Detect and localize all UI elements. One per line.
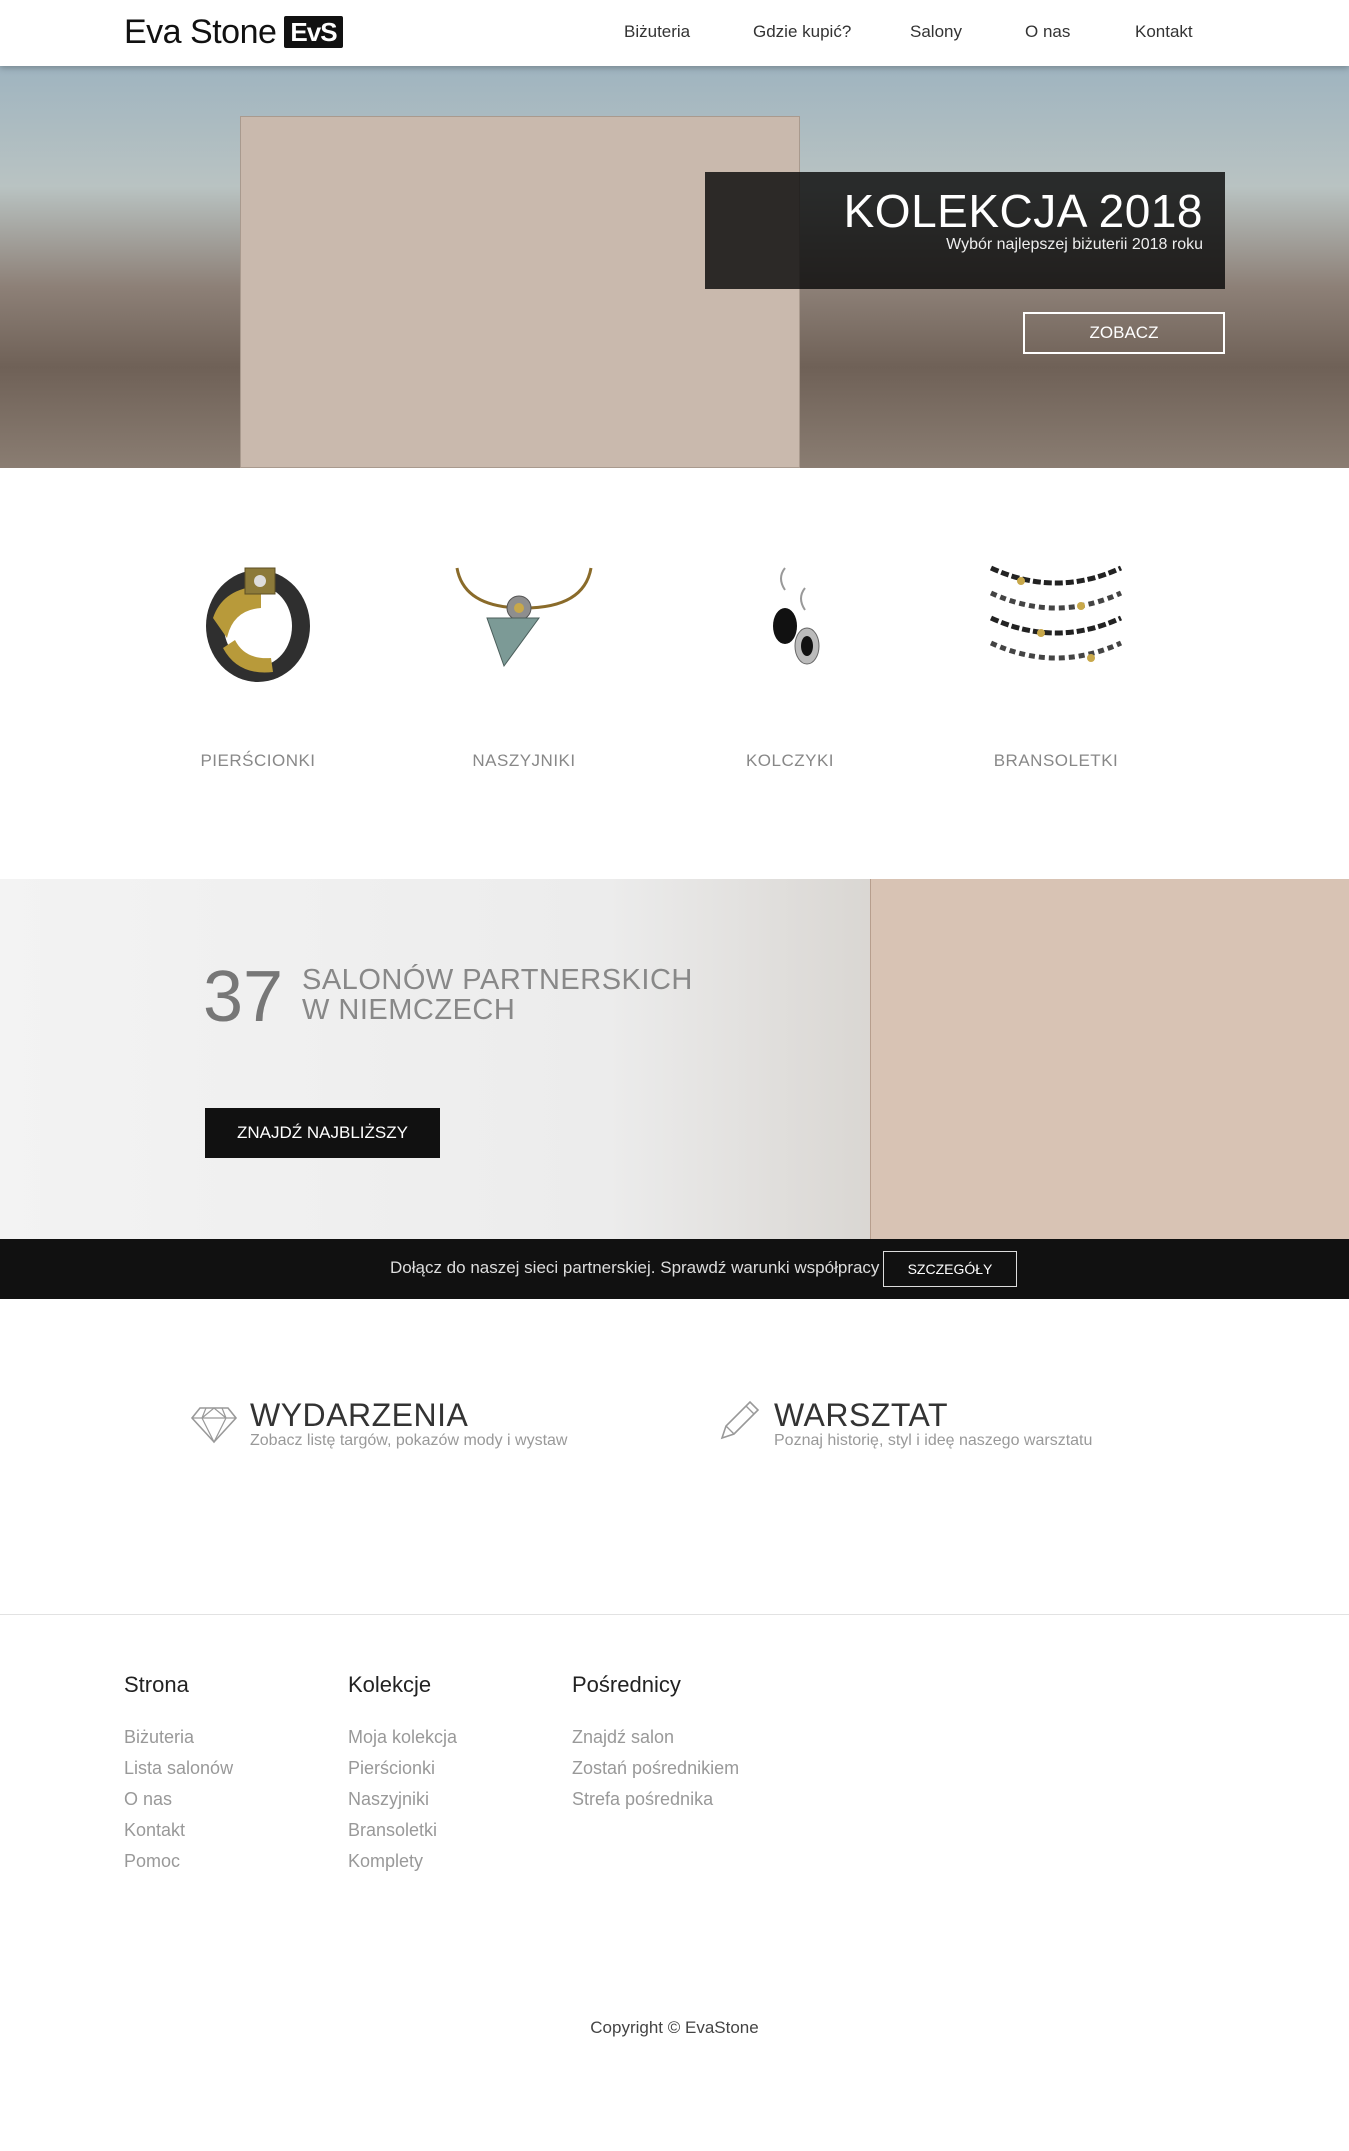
footer-link[interactable]: Pierścionki — [348, 1753, 457, 1784]
hero-caption: KOLEKCJA 2018 Wybór najlepszej biżuterii… — [705, 172, 1225, 289]
category-earrings[interactable]: KOLCZYKI — [690, 548, 890, 771]
feature-subtitle: Poznaj historię, styl i ideę naszego war… — [774, 1432, 1093, 1449]
feature-workshop[interactable]: WARSZTAT Poznaj historię, styl i ideę na… — [714, 1398, 1092, 1450]
hero-photo — [240, 116, 800, 468]
earrings-icon — [773, 567, 820, 665]
ring-icon — [206, 567, 310, 682]
footer-column-posrednicy: Pośrednicy Znajdź salon Zostań pośrednik… — [572, 1672, 739, 1815]
feature-title: WARSZTAT — [774, 1397, 949, 1433]
join-bar: Dołącz do naszej sieci partnerskiej. Spr… — [0, 1239, 1349, 1299]
pencil-icon — [720, 1400, 760, 1440]
nav-item-o-nas[interactable]: O nas — [1025, 22, 1070, 42]
feature-events[interactable]: WYDARZENIA Zobacz listę targów, pokazów … — [190, 1398, 567, 1450]
details-button[interactable]: SZCZEGÓŁY — [883, 1251, 1017, 1287]
footer-column-title: Kolekcje — [348, 1672, 432, 1697]
necklace-icon — [455, 567, 593, 668]
hero-title: KOLEKCJA 2018 — [843, 185, 1203, 237]
category-necklaces[interactable]: NASZYJNIKI — [424, 548, 624, 771]
nav-item-salony[interactable]: Salony — [910, 22, 962, 42]
partners-heading-line1: SALONÓW PARTNERSKICH — [302, 964, 693, 996]
find-nearest-button[interactable]: ZNAJDŹ NAJBLIŻSZY — [205, 1108, 440, 1158]
bracelet-icon — [989, 565, 1123, 662]
hero-banner: KOLEKCJA 2018 Wybór najlepszej biżuterii… — [0, 66, 1349, 468]
nav-item-kontakt[interactable]: Kontakt — [1135, 22, 1193, 42]
feature-subtitle: Zobacz listę targów, pokazów mody i wyst… — [250, 1432, 568, 1449]
logo[interactable]: Eva Stone EvS — [124, 14, 343, 50]
site-header: Eva Stone EvS Biżuteria Gdzie kupić? Sal… — [0, 0, 1349, 66]
category-label: PIERŚCIONKI — [200, 751, 316, 770]
footer-divider — [0, 1614, 1349, 1615]
partners-count: 37 — [203, 957, 284, 1037]
category-label: KOLCZYKI — [745, 751, 835, 770]
copyright: Copyright © EvaStone — [590, 2018, 759, 2037]
category-label: BRANSOLETKI — [993, 751, 1119, 770]
feature-title: WYDARZENIA — [250, 1397, 469, 1433]
footer-link[interactable]: Kontakt — [124, 1815, 233, 1846]
partners-heading: SALONÓW PARTNERSKICH W NIEMCZECH — [302, 965, 693, 1025]
footer-link[interactable]: Zostań pośrednikiem — [572, 1753, 739, 1784]
logo-mark: EvS — [284, 16, 343, 48]
footer-link[interactable]: Znajdź salon — [572, 1722, 739, 1753]
footer-column-strona: Strona Biżuteria Lista salonów O nas Kon… — [124, 1672, 233, 1877]
footer-link[interactable]: O nas — [124, 1784, 233, 1815]
footer-link[interactable]: Pomoc — [124, 1846, 233, 1877]
nav-item-gdzie-kupic[interactable]: Gdzie kupić? — [753, 22, 851, 42]
footer-column-kolekcje: Kolekcje Moja kolekcja Pierścionki Naszy… — [348, 1672, 457, 1877]
partners-heading-line2: W NIEMCZECH — [302, 994, 516, 1026]
category-section: PIERŚCIONKI NASZYJNIKI KOLCZYKI BRANSOLE… — [0, 468, 1349, 878]
category-bracelets[interactable]: BRANSOLETKI — [956, 548, 1156, 771]
footer-link[interactable]: Biżuteria — [124, 1722, 233, 1753]
nav-item-bizuteria[interactable]: Biżuteria — [624, 22, 690, 42]
footer-link[interactable]: Strefa pośrednika — [572, 1784, 739, 1815]
hero-subtitle: Wybór najlepszej biżuterii 2018 roku — [946, 236, 1203, 253]
footer-link[interactable]: Komplety — [348, 1846, 457, 1877]
partners-banner: 37 SALONÓW PARTNERSKICH W NIEMCZECH ZNAJ… — [0, 879, 1349, 1239]
footer-column-title: Strona — [124, 1672, 189, 1697]
footer-link[interactable]: Moja kolekcja — [348, 1722, 457, 1753]
footer-column-title: Pośrednicy — [572, 1672, 681, 1697]
category-label: NASZYJNIKI — [472, 751, 576, 770]
footer-link[interactable]: Bransoletki — [348, 1815, 457, 1846]
footer-link[interactable]: Naszyjniki — [348, 1784, 457, 1815]
logo-text: Eva Stone — [124, 13, 277, 51]
join-text: Dołącz do naszej sieci partnerskiej. Spr… — [390, 1258, 880, 1277]
footer-link[interactable]: Lista salonów — [124, 1753, 233, 1784]
hero-see-button[interactable]: ZOBACZ — [1023, 312, 1225, 354]
diamond-icon — [190, 1407, 238, 1444]
category-rings[interactable]: PIERŚCIONKI — [158, 548, 358, 771]
partners-photo — [870, 879, 1349, 1239]
